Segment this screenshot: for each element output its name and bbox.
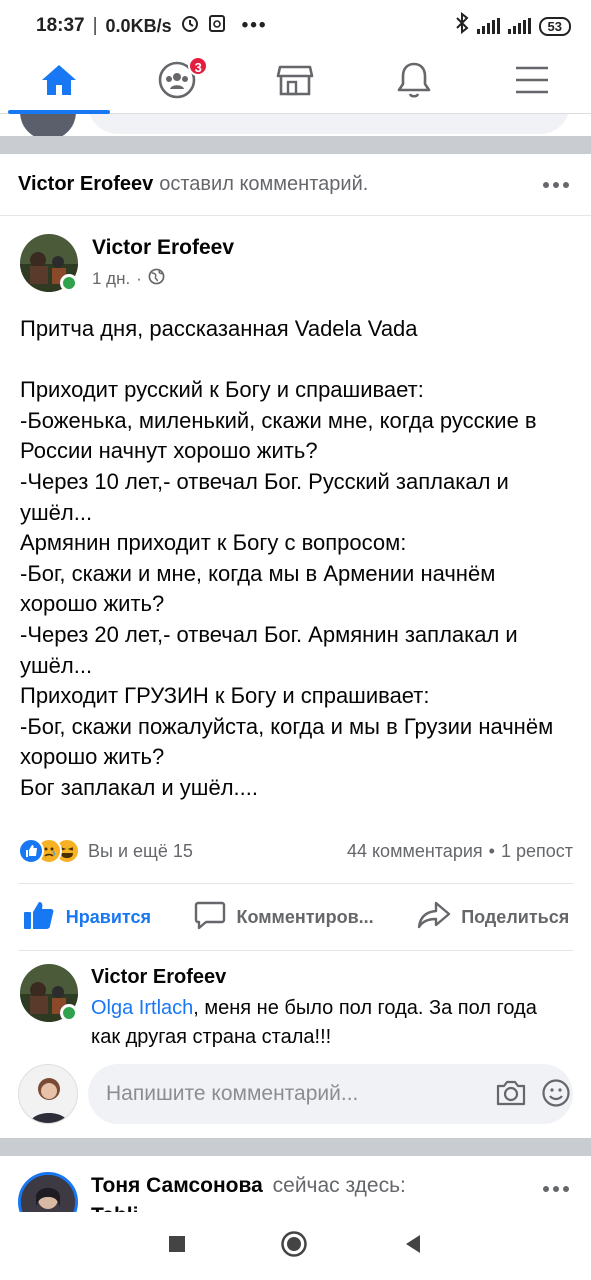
count-separator: • bbox=[488, 840, 495, 861]
reaction-icons bbox=[18, 838, 80, 864]
reactions-summary[interactable]: Вы и ещё 15 bbox=[18, 838, 193, 864]
status-bar: 18:37 | 0.0KB/s ••• 53 bbox=[0, 0, 591, 52]
activity-header: Victor Erofeev оставил комментарий. bbox=[0, 154, 591, 216]
post-text: Притча дня, рассказанная Vadela Vada При… bbox=[20, 316, 554, 800]
emoji-icon[interactable] bbox=[541, 1078, 571, 1113]
home-circle-icon[interactable] bbox=[280, 1230, 308, 1263]
recents-icon[interactable] bbox=[167, 1234, 187, 1259]
nav-groups[interactable]: 3 bbox=[118, 52, 236, 114]
shares-count[interactable]: 1 репост bbox=[501, 841, 573, 862]
like-label: Нравится bbox=[65, 906, 151, 927]
more-options-icon[interactable] bbox=[543, 181, 569, 188]
divider bbox=[18, 950, 573, 951]
reactions-text: Вы и ещё 15 bbox=[88, 840, 193, 861]
top-nav: 3 bbox=[0, 52, 591, 114]
next-post-avatar[interactable] bbox=[18, 1172, 78, 1212]
next-post-place[interactable]: Tabli... bbox=[91, 1204, 156, 1212]
bell-icon bbox=[396, 60, 432, 105]
post-author[interactable]: Victor Erofeev bbox=[92, 236, 234, 260]
feed-divider bbox=[0, 136, 591, 154]
next-post: Тоня Самсонова сейчас здесь: Tabli... bbox=[0, 1156, 591, 1212]
next-post-author[interactable]: Тоня Самсонова bbox=[91, 1174, 263, 1197]
more-status-icon: ••• bbox=[241, 15, 268, 36]
activity-actor[interactable]: Victor Erofeev bbox=[18, 173, 153, 196]
comment-placeholder: Напишите комментарий... bbox=[106, 1082, 359, 1105]
hamburger-icon bbox=[514, 65, 550, 100]
share-label: Поделиться bbox=[461, 906, 570, 927]
comment-mention[interactable]: Olga Irtlach bbox=[91, 997, 193, 1019]
like-button[interactable]: Нравится bbox=[22, 899, 151, 936]
battery-icon: 53 bbox=[538, 16, 571, 36]
next-post-header: Тоня Самсонова сейчас здесь: bbox=[91, 1174, 406, 1198]
thumbs-up-icon bbox=[22, 899, 56, 936]
current-user-avatar bbox=[18, 1064, 78, 1124]
feed-divider bbox=[0, 1138, 591, 1156]
bluetooth-icon bbox=[455, 11, 469, 40]
engagement-counts: 44 комментария • 1 репост bbox=[347, 841, 573, 862]
comments-count[interactable]: 44 комментария bbox=[347, 841, 483, 862]
nav-marketplace[interactable] bbox=[236, 52, 354, 114]
post-header: Victor Erofeev 1 дн. · bbox=[0, 216, 591, 306]
marketplace-icon bbox=[275, 61, 315, 104]
nav-home[interactable] bbox=[0, 52, 118, 114]
share-button[interactable]: Поделиться bbox=[417, 900, 569, 935]
comment-item: Victor Erofeev Olga Irtlach, меня не был… bbox=[0, 958, 591, 1058]
like-reaction-icon bbox=[18, 838, 44, 864]
signal-icon bbox=[476, 18, 500, 34]
signal-4g-icon bbox=[507, 18, 531, 34]
next-post-verb: сейчас здесь: bbox=[272, 1174, 406, 1197]
back-icon[interactable] bbox=[402, 1233, 424, 1260]
home-icon bbox=[39, 62, 79, 103]
previous-comment-input[interactable] bbox=[88, 114, 570, 134]
activity-verb: оставил комментарий. bbox=[159, 173, 369, 195]
composer-icons bbox=[495, 1078, 571, 1113]
share-icon bbox=[417, 900, 451, 935]
comment-label: Комментиров... bbox=[236, 906, 374, 927]
avatar bbox=[20, 114, 76, 136]
online-status-icon bbox=[60, 1004, 78, 1022]
reactions-row: Вы и ещё 15 44 комментария • 1 репост bbox=[18, 834, 573, 868]
post-actions: Нравится Комментиров... Поделиться bbox=[0, 884, 591, 950]
android-nav-bar bbox=[0, 1212, 591, 1280]
meta-dot: · bbox=[136, 269, 142, 288]
nav-menu[interactable] bbox=[473, 52, 591, 114]
screenshot-icon bbox=[208, 13, 226, 39]
online-status-icon bbox=[60, 274, 78, 292]
status-left: 18:37 | 0.0KB/s ••• bbox=[36, 13, 268, 39]
status-right: 53 bbox=[455, 11, 571, 40]
groups-badge: 3 bbox=[188, 55, 209, 76]
globe-icon bbox=[148, 268, 165, 290]
comment-composer: Напишите комментарий... bbox=[0, 1062, 591, 1130]
previous-post-remnant bbox=[0, 114, 591, 136]
status-time: 18:37 bbox=[36, 15, 85, 36]
camera-icon[interactable] bbox=[495, 1078, 527, 1113]
post-meta: 1 дн. · bbox=[92, 268, 165, 290]
post-time[interactable]: 1 дн. bbox=[92, 269, 130, 289]
status-separator: | bbox=[92, 15, 98, 36]
comment-icon bbox=[194, 900, 226, 935]
next-post-more-icon[interactable] bbox=[543, 1186, 569, 1192]
network-speed: 0.0KB/s bbox=[105, 15, 172, 36]
comment-text: Olga Irtlach, меня не было пол года. За … bbox=[91, 994, 561, 1052]
comment-button[interactable]: Комментиров... bbox=[194, 900, 374, 935]
comment-author[interactable]: Victor Erofeev bbox=[91, 966, 226, 989]
nav-notifications[interactable] bbox=[355, 52, 473, 114]
alarm-icon bbox=[180, 13, 200, 39]
